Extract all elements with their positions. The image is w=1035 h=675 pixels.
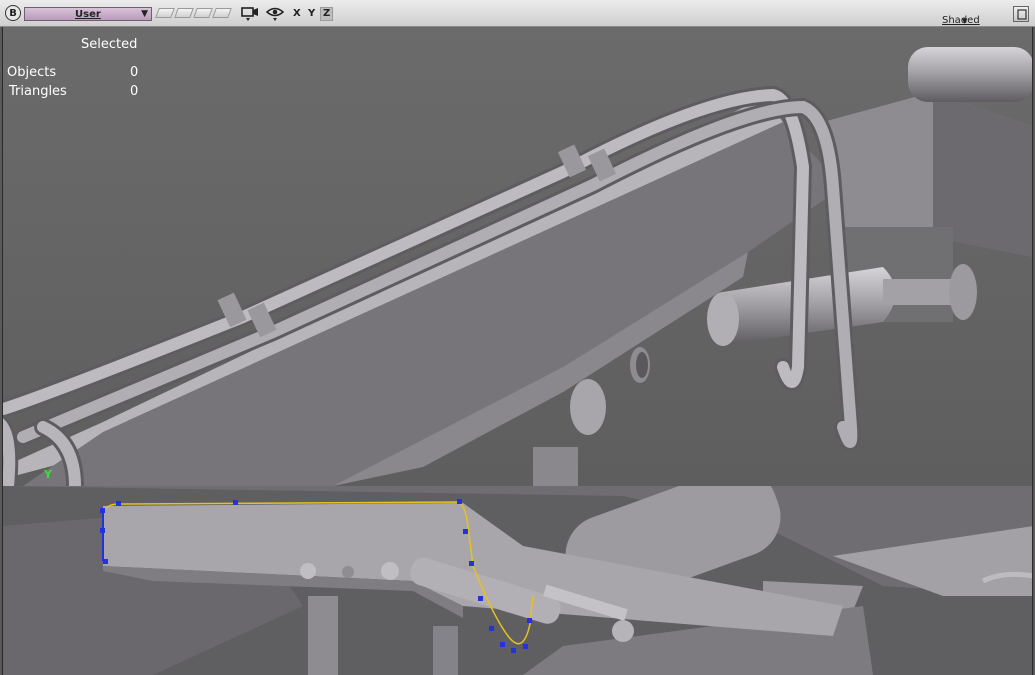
shading-mode-label: Shaded	[942, 15, 980, 26]
triangles-count: 0	[130, 84, 139, 99]
shading-mode-select[interactable]: Shaded ▼	[942, 8, 992, 26]
chevron-down-icon: ▼	[141, 9, 148, 19]
viewport-toolbar: B User ▼ X Y Z Shaded ▼	[0, 0, 1035, 27]
camera-select-label: User	[75, 9, 101, 20]
y-axis-indicator: Y	[44, 468, 52, 481]
viewport-render	[3, 27, 1032, 486]
axis-z-button[interactable]: Z	[320, 7, 334, 21]
triangles-label: Triangles	[9, 84, 67, 99]
chevron-down-icon: ▼	[962, 17, 968, 25]
eye-icon[interactable]	[265, 6, 285, 26]
objects-count: 0	[130, 65, 139, 80]
main-menu-button[interactable]: B	[5, 5, 21, 21]
maximize-icon[interactable]	[1013, 6, 1029, 22]
perspective-viewport[interactable]: Selected Objects 0 Triangles 0 Y	[2, 27, 1033, 486]
bookmark-slot-3[interactable]	[193, 8, 213, 18]
bookmark-slot-4[interactable]	[212, 8, 232, 18]
bookmark-slot-2[interactable]	[174, 8, 194, 18]
modeling-app: B User ▼ X Y Z Shaded ▼ Selected Objects…	[0, 0, 1035, 675]
axis-y-button[interactable]: Y	[308, 8, 315, 20]
bookmark-slot-1[interactable]	[155, 8, 175, 18]
secondary-viewport[interactable]	[2, 486, 1033, 675]
camera-icon[interactable]	[241, 6, 259, 26]
camera-select[interactable]: User ▼	[24, 7, 152, 21]
selection-header: Selected	[81, 37, 138, 52]
axis-x-button[interactable]: X	[293, 8, 301, 20]
top-cylinder	[908, 47, 1032, 102]
objects-label: Objects	[7, 65, 57, 80]
secondary-viewport-render	[3, 486, 1032, 675]
